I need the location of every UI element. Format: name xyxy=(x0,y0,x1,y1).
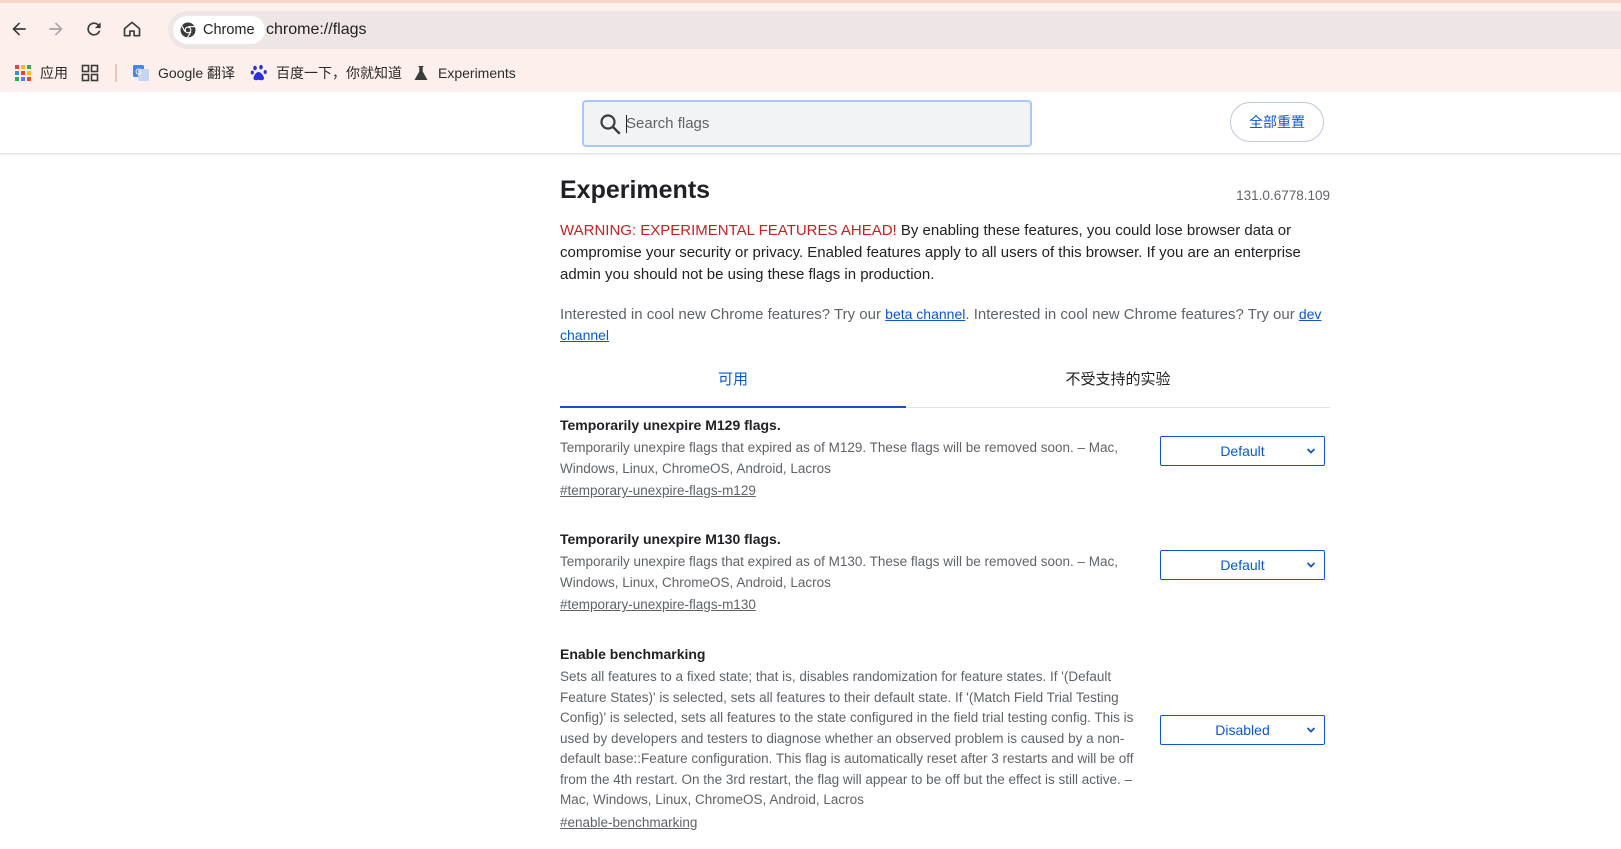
arrow-left-icon xyxy=(12,22,26,36)
version-text: 131.0.6778.109 xyxy=(1236,188,1330,203)
flags-header: 全部重置 xyxy=(0,92,1621,154)
flag-item: Temporarily unexpire M129 flags. Tempora… xyxy=(560,416,1330,500)
flag-title: Enable benchmarking xyxy=(560,646,706,662)
flag-item: Temporarily unexpire M130 flags. Tempora… xyxy=(560,530,1330,614)
svg-text:G: G xyxy=(135,68,141,77)
bookmark-apps[interactable]: 应用 xyxy=(14,54,68,92)
site-info-chip[interactable]: Chrome xyxy=(173,16,265,44)
tab-unavailable[interactable]: 不受支持的实验 xyxy=(906,360,1330,408)
home-icon xyxy=(123,21,141,37)
apps-grid-icon xyxy=(15,65,31,81)
tab-groups-button[interactable] xyxy=(81,54,99,92)
promo-text: . Interested in cool new Chrome features… xyxy=(965,306,1299,323)
address-bar[interactable]: Chrome chrome://flags xyxy=(168,11,1621,49)
bookmark-label: Google 翻译 xyxy=(158,65,236,81)
promo-text: Interested in cool new Chrome features? … xyxy=(560,306,886,323)
bookmark-label: 百度一下，你就知道 xyxy=(276,65,402,81)
beta-channel-link[interactable]: beta channel xyxy=(885,306,965,322)
forward-button[interactable] xyxy=(41,14,71,44)
baidu-paw-icon xyxy=(250,64,267,81)
chevron-down-icon xyxy=(1306,448,1316,454)
flag-title: Temporarily unexpire M129 flags. xyxy=(560,417,781,433)
chevron-down-icon xyxy=(1306,727,1316,733)
search-box[interactable] xyxy=(582,100,1032,147)
flag-state-value: Default xyxy=(1220,557,1265,573)
reload-button[interactable] xyxy=(79,14,109,44)
flag-description: Temporarily unexpire flags that expired … xyxy=(560,440,1119,476)
reload-icon xyxy=(87,22,101,36)
bookmark-separator xyxy=(115,64,117,82)
flag-permalink[interactable]: #temporary-unexpire-flags-m130 xyxy=(560,597,756,612)
flag-state-value: Disabled xyxy=(1215,722,1270,738)
flag-description: Temporarily unexpire flags that expired … xyxy=(560,554,1119,590)
chevron-down-icon xyxy=(1306,562,1316,568)
reset-all-button[interactable]: 全部重置 xyxy=(1230,102,1324,142)
arrow-right-icon xyxy=(49,22,63,36)
flask-icon xyxy=(414,66,428,80)
flag-state-value: Default xyxy=(1220,443,1265,459)
warning-prefix: WARNING: EXPERIMENTAL FEATURES AHEAD! xyxy=(560,222,897,239)
bookmark-apps-label: 应用 xyxy=(40,65,68,81)
chrome-logo-icon xyxy=(180,22,196,38)
tab-available[interactable]: 可用 xyxy=(560,360,906,408)
google-translate-icon: G xyxy=(133,65,149,81)
page-title: Experiments xyxy=(560,176,711,204)
bookmark-google-translate[interactable]: G Google 翻译 xyxy=(132,54,235,92)
flag-tabs: 可用 不受支持的实验 xyxy=(560,360,1330,408)
grid-four-icon xyxy=(81,64,99,82)
text-cursor xyxy=(626,115,627,133)
bookmark-baidu[interactable]: 百度一下，你就知道 xyxy=(250,54,402,92)
channel-promo: Interested in cool new Chrome features? … xyxy=(560,304,1330,346)
url-text[interactable]: chrome://flags xyxy=(266,11,366,49)
browser-toolbar: Chrome chrome://flags xyxy=(0,0,1621,54)
search-icon xyxy=(600,114,621,135)
bookmarks-bar: 应用 G Google 翻译 百度一下，你就知道 Experiments xyxy=(0,54,1621,92)
chip-label: Chrome xyxy=(203,22,255,38)
flag-state-select[interactable]: Default xyxy=(1160,436,1325,466)
warning-text: WARNING: EXPERIMENTAL FEATURES AHEAD! By… xyxy=(560,220,1330,286)
flag-permalink[interactable]: #temporary-unexpire-flags-m129 xyxy=(560,483,756,498)
back-button[interactable] xyxy=(4,14,34,44)
flag-state-select[interactable]: Disabled xyxy=(1160,715,1325,745)
flag-title: Temporarily unexpire M130 flags. xyxy=(560,531,781,547)
home-button[interactable] xyxy=(117,14,147,44)
flag-description: Sets all features to a fixed state; that… xyxy=(560,669,1134,807)
bookmark-label: Experiments xyxy=(438,65,516,81)
search-input[interactable] xyxy=(624,106,1024,141)
flag-state-select[interactable]: Default xyxy=(1160,550,1325,580)
bookmark-experiments[interactable]: Experiments xyxy=(412,54,516,92)
flag-item: Enable benchmarking Sets all features to… xyxy=(560,645,1330,832)
flag-permalink[interactable]: #enable-benchmarking xyxy=(560,815,697,830)
